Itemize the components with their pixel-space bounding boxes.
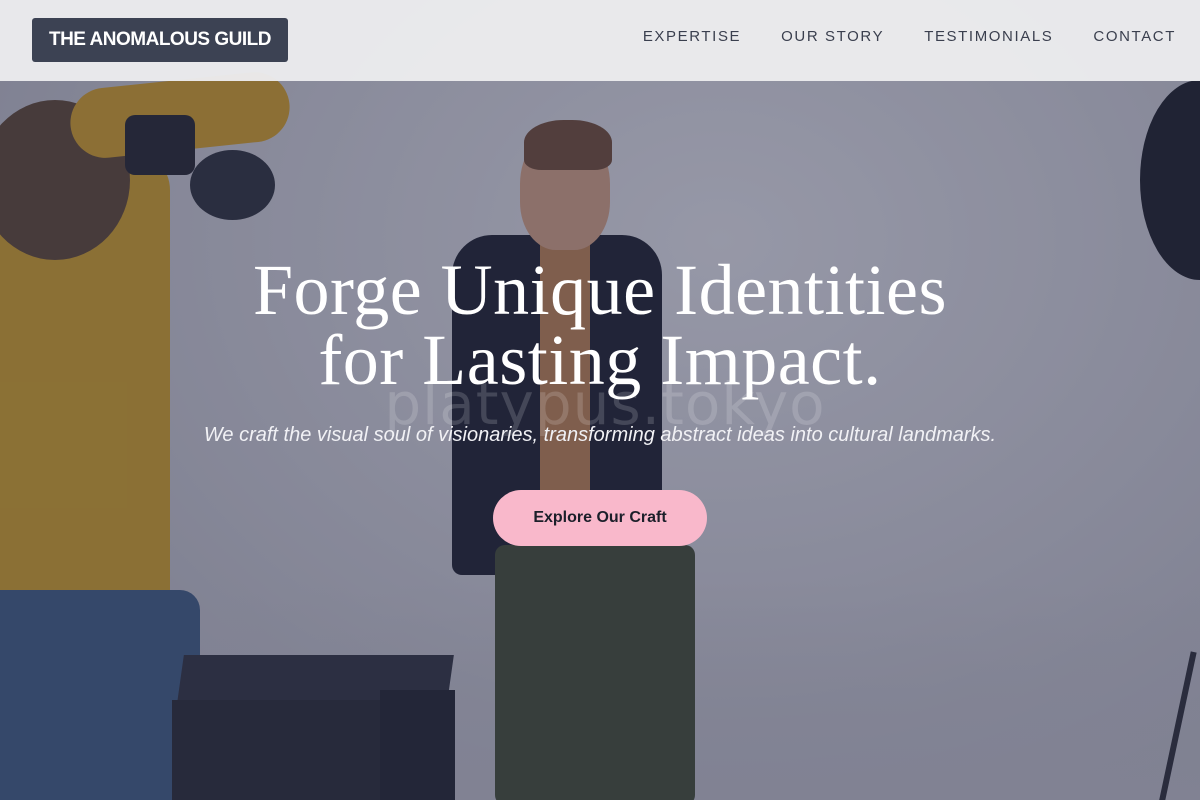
hero-subtitle: We craft the visual soul of visionaries,… <box>203 424 997 446</box>
nav-link-testimonials[interactable]: TESTIMONIALS <box>924 28 1053 45</box>
landing-page: platypus.tokyo THE ANOMALOUS GUILD EXPER… <box>0 0 1200 800</box>
hero-section: Forge Unique Identities for Lasting Impa… <box>0 0 1200 800</box>
main-nav: EXPERTISE OUR STORY TESTIMONIALS CONTACT <box>643 28 1176 45</box>
site-logo[interactable]: THE ANOMALOUS GUILD <box>32 18 288 62</box>
nav-link-expertise[interactable]: EXPERTISE <box>643 28 741 45</box>
hero-title-line-1: Forge Unique Identities <box>252 250 948 330</box>
top-navigation-bar: THE ANOMALOUS GUILD EXPERTISE OUR STORY … <box>0 0 1200 81</box>
explore-craft-button[interactable]: Explore Our Craft <box>493 490 707 546</box>
nav-link-our-story[interactable]: OUR STORY <box>781 28 884 45</box>
hero-title-line-2: for Lasting Impact. <box>318 320 882 400</box>
hero-title: Forge Unique Identities for Lasting Impa… <box>150 250 1050 400</box>
nav-link-contact[interactable]: CONTACT <box>1093 28 1176 45</box>
